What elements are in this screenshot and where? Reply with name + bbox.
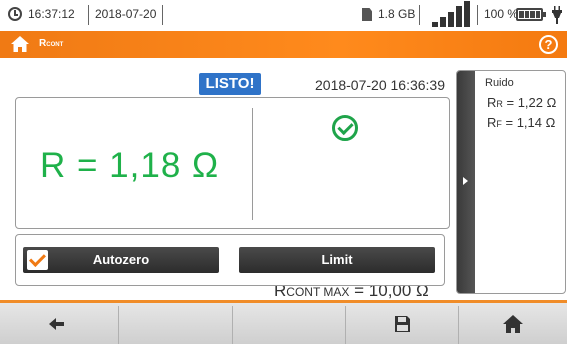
rf-number: = 1,14 Ω [501,115,556,130]
limit-subscript: CONT MAX [286,285,350,299]
help-icon[interactable]: ? [539,35,558,54]
signal-strength-icon [432,1,470,27]
page-title-subscript: CONT [46,42,64,48]
battery-icon [516,8,546,21]
home-icon[interactable] [10,35,30,53]
limit-button[interactable]: Limit [239,247,435,273]
result-divider [252,108,253,220]
status-divider [162,5,163,25]
main-result-value: R = 1,18 Ω [40,146,220,185]
memory-free: 1.8 GB [378,7,416,21]
status-divider [477,5,478,25]
chevron-right-icon [463,177,468,185]
autozero-label: Autozero [92,252,150,267]
clock-icon [8,7,22,21]
status-badge: LISTO! [199,73,261,95]
status-date: 2018-07-20 [95,7,157,21]
memory-card-icon [362,8,372,21]
status-divider [419,5,420,25]
home-icon [503,315,523,333]
autozero-checkbox[interactable] [27,250,48,270]
check-circle-icon [332,115,358,141]
title-bar: RCONT ? [0,31,567,58]
rr-symbol: R [487,95,497,110]
save-icon [395,316,410,332]
back-arrow-icon [49,318,64,330]
side-panel: Ruido RR = 1,22 Ω RF = 1,14 Ω [456,70,566,294]
autozero-button[interactable]: Autozero [23,247,219,273]
page-title: RCONT [39,38,63,49]
limit-button-label: Limit [321,252,353,267]
status-time: 16:37:12 [28,7,75,21]
status-divider [88,5,89,25]
side-panel-title: Ruido [485,77,514,89]
bottom-toolbar [0,300,567,344]
toolbar-slot-empty [233,303,345,344]
options-panel: Autozero Limit [15,234,445,286]
measurement-timestamp: 2018-07-20 16:36:39 [315,77,445,93]
rf-value: RF = 1,14 Ω [487,115,555,130]
rr-number: = 1,22 Ω [502,95,557,110]
side-panel-toggle[interactable] [457,71,475,293]
battery-percent: 100 % [484,7,519,21]
result-panel: R = 1,18 Ω RCONT MAX = 10,00 Ω [15,97,450,300]
save-button[interactable] [346,303,458,344]
power-plug-icon [552,6,562,24]
status-bar: 16:37:12 2018-07-20 1.8 GB 100 % [0,0,567,30]
toolbar-slot-empty [119,303,231,344]
rr-value: RR = 1,22 Ω [487,95,556,110]
rf-symbol: R [487,115,497,130]
home-button[interactable] [459,303,567,344]
back-button[interactable] [0,303,112,344]
